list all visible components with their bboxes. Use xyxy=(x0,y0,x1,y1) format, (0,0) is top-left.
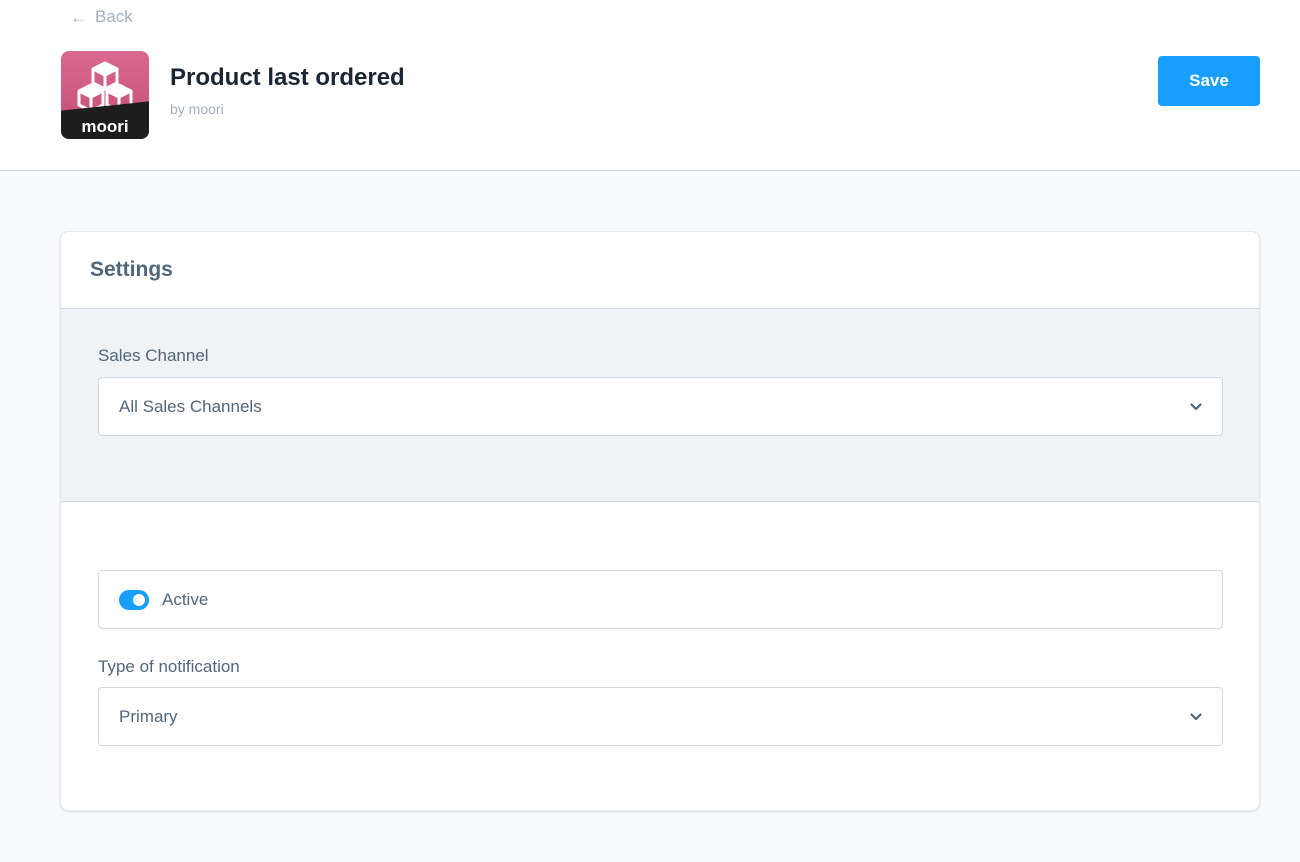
chevron-down-icon xyxy=(1190,712,1202,721)
chevron-down-icon xyxy=(1190,402,1202,411)
page-title: Product last ordered xyxy=(170,64,405,91)
notification-type-label: Type of notification xyxy=(98,657,240,676)
notification-type-select[interactable]: Primary xyxy=(98,687,1223,746)
active-toggle[interactable] xyxy=(119,589,149,610)
notification-type-value: Primary xyxy=(119,706,178,726)
sales-channel-section: Sales Channel All Sales Channels xyxy=(61,309,1259,502)
app-author: by moori xyxy=(170,101,224,117)
back-link[interactable]: ← Back xyxy=(70,6,133,28)
app-logo: moori xyxy=(61,51,149,139)
toggle-knob xyxy=(133,593,145,606)
back-label: Back xyxy=(95,7,133,26)
arrow-left-icon: ← xyxy=(70,7,87,27)
app-header: ← Back moori Product last ordered by moo… xyxy=(0,0,1300,171)
save-button[interactable]: Save xyxy=(1158,56,1260,106)
sales-channel-label: Sales Channel xyxy=(98,346,209,365)
settings-card: Settings Sales Channel All Sales Channel… xyxy=(60,231,1260,811)
sales-channel-select[interactable]: All Sales Channels xyxy=(98,377,1223,436)
active-toggle-row: Active xyxy=(98,570,1223,629)
sales-channel-value: All Sales Channels xyxy=(119,396,262,416)
logo-brand-text: moori xyxy=(81,117,129,136)
settings-heading: Settings xyxy=(61,232,1259,309)
notification-section: Active Type of notification Primary xyxy=(61,502,1259,810)
active-label: Active xyxy=(162,589,209,609)
